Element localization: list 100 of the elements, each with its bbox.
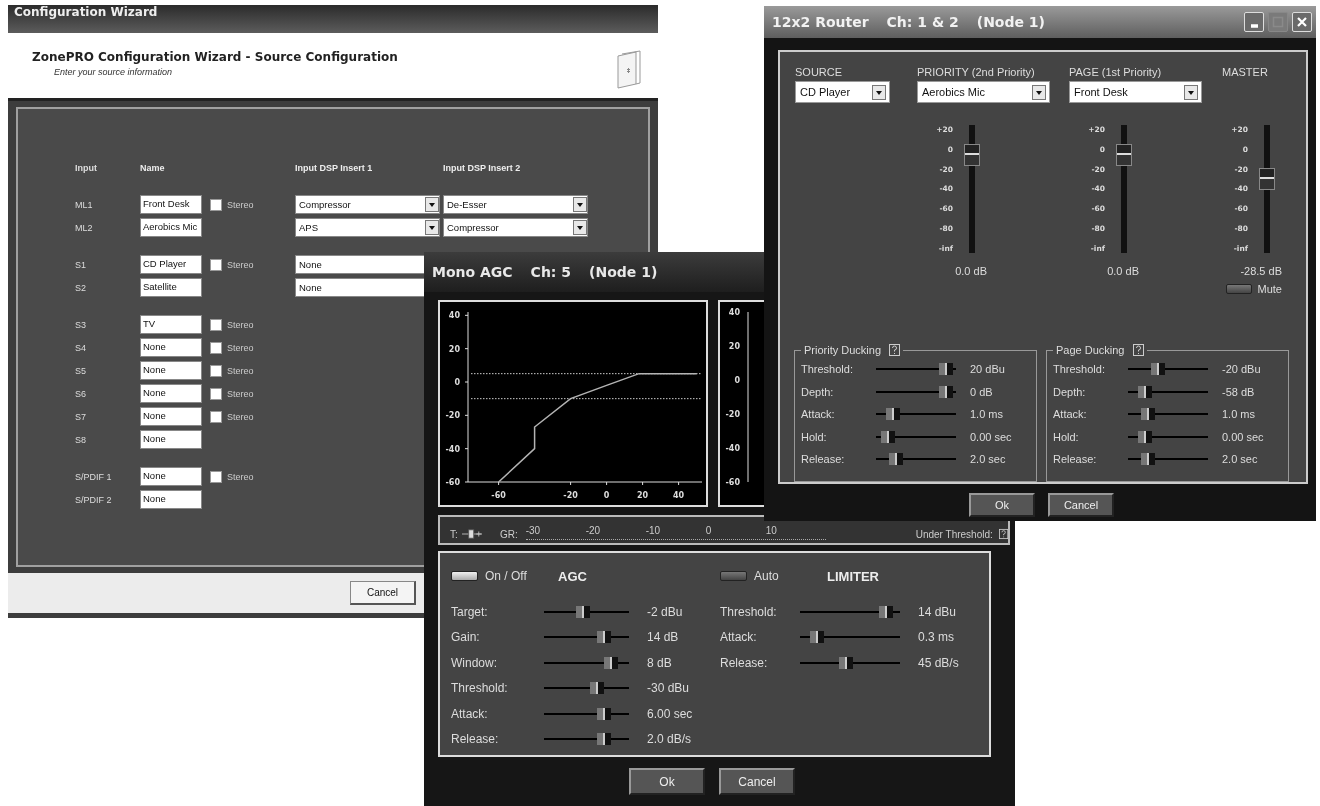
- param-value: 2.0 dB/s: [647, 732, 692, 747]
- axis-label: -20: [563, 491, 578, 500]
- meter-label: Under Threshold:: [915, 529, 993, 540]
- param-value: -2 dBu: [647, 604, 683, 619]
- fader-reading: -28.5 dB: [1239, 265, 1282, 277]
- column-label: PRIORITY (2nd Priority): [917, 66, 1036, 80]
- param-label: Threshold:: [720, 604, 778, 619]
- param-label: Threshold:: [1053, 363, 1106, 376]
- checkbox-label: Stereo: [227, 199, 254, 210]
- input-label: S4: [75, 342, 87, 353]
- param-value: 0.3 ms: [918, 630, 954, 645]
- axis-label: -60: [491, 491, 506, 500]
- window-title: Configuration Wizard: [8, 5, 658, 33]
- axis-label: 20: [448, 344, 460, 354]
- axis-label: 0: [734, 376, 740, 385]
- column-header: Name: [140, 163, 166, 173]
- param-value: 45 dB/s: [918, 655, 959, 670]
- param-value: 1.0 ms: [970, 408, 1003, 421]
- param-label: Window:: [451, 655, 498, 670]
- column-label: SOURCE: [795, 66, 844, 80]
- group-title: Page Ducking: [1056, 344, 1125, 356]
- input-label: S/PDIF 1: [75, 471, 113, 482]
- param-label: Attack:: [1053, 408, 1088, 421]
- input-label: S7: [75, 411, 87, 422]
- param-label: Attack:: [451, 706, 489, 721]
- group-title: Priority Ducking: [804, 344, 882, 356]
- param-label: Threshold:: [451, 681, 509, 696]
- axis-label: -60: [445, 478, 460, 487]
- param-label: Threshold:: [801, 363, 854, 376]
- param-label: Hold:: [1053, 430, 1080, 443]
- input-label: S/PDIF 2: [75, 494, 113, 505]
- meter-label: T:: [450, 529, 458, 540]
- window-title: (Node 1): [976, 14, 1045, 30]
- axis-label: 40: [728, 308, 740, 317]
- input-label: S3: [75, 319, 87, 330]
- checkbox-label: Stereo: [227, 471, 254, 482]
- param-label: Gain:: [451, 630, 481, 645]
- param-value: 2.0 sec: [1222, 453, 1258, 466]
- input-label: S8: [75, 434, 87, 445]
- param-value: 8 dB: [647, 655, 672, 670]
- window-title: 12x2 Router: [772, 14, 869, 30]
- scale-label: -20: [585, 525, 602, 538]
- param-value: 0.00 sec: [1222, 430, 1264, 443]
- param-value: -30 dBu: [647, 681, 690, 696]
- axis-label: 20: [728, 342, 740, 351]
- checkbox-label: Stereo: [227, 342, 254, 353]
- toggle-label: Mute: [1257, 283, 1282, 295]
- param-label: Depth:: [801, 385, 835, 398]
- fader-reading: 0.0 dB: [954, 265, 987, 277]
- param-label: Release:: [451, 732, 500, 747]
- column-header: Input: [75, 163, 98, 173]
- checkbox-label: Stereo: [227, 388, 254, 399]
- axis-label: 0: [603, 491, 610, 500]
- param-label: Release:: [720, 655, 769, 670]
- axis-label: 20: [637, 491, 649, 500]
- axis-label: 40: [673, 491, 685, 500]
- wizard-heading: ZonePRO Configuration Wizard - Source Configuration: [32, 50, 398, 64]
- axis-label: -20: [725, 410, 740, 419]
- toggle-label: Auto: [754, 569, 780, 583]
- param-value: 0 dB: [970, 385, 993, 398]
- checkbox-label: Stereo: [227, 259, 254, 270]
- param-label: Release:: [1053, 453, 1098, 466]
- param-label: Hold:: [801, 430, 828, 443]
- scale-label: -30: [525, 525, 542, 538]
- axis-label: 0: [454, 378, 460, 387]
- param-value: 20 dBu: [970, 363, 1005, 376]
- param-label: Release:: [801, 453, 846, 466]
- param-label: Depth:: [1053, 385, 1087, 398]
- section-title: AGC: [558, 568, 587, 584]
- fader-reading: 0.0 dB: [1106, 265, 1139, 277]
- axis-label: -40: [725, 444, 740, 453]
- input-label: S6: [75, 388, 87, 399]
- scale-label: -10: [645, 525, 662, 538]
- scale-label: 0: [705, 525, 713, 538]
- toggle-label: On / Off: [485, 569, 528, 583]
- section-title: LIMITER: [827, 568, 879, 584]
- column-label: MASTER: [1222, 66, 1269, 80]
- column-header: Input DSP Insert 2: [443, 163, 522, 173]
- input-label: S2: [75, 282, 87, 293]
- checkbox-label: Stereo: [227, 365, 254, 376]
- input-label: S5: [75, 365, 87, 376]
- param-label: Attack:: [801, 408, 836, 421]
- param-value: -58 dB: [1222, 385, 1255, 398]
- scale-label: 10: [765, 525, 778, 538]
- param-label: Attack:: [720, 630, 758, 645]
- axis-label: -60: [725, 478, 740, 487]
- checkbox-label: Stereo: [227, 319, 254, 330]
- param-value: 14 dB: [647, 630, 679, 645]
- param-value: 14 dBu: [918, 604, 957, 619]
- axis-label: -40: [445, 444, 460, 454]
- param-value: 0.00 sec: [970, 430, 1012, 443]
- wizard-subheading: Enter your source information: [53, 67, 174, 77]
- window-title: (Node 1): [589, 264, 658, 280]
- axis-label: -20: [445, 411, 460, 421]
- input-label: ML1: [75, 199, 94, 210]
- column-label: PAGE (1st Priority): [1069, 66, 1163, 80]
- meter-label: GR:: [499, 529, 518, 540]
- param-value: 2.0 sec: [970, 453, 1006, 466]
- param-label: Target:: [451, 604, 489, 619]
- input-label: S1: [75, 259, 87, 270]
